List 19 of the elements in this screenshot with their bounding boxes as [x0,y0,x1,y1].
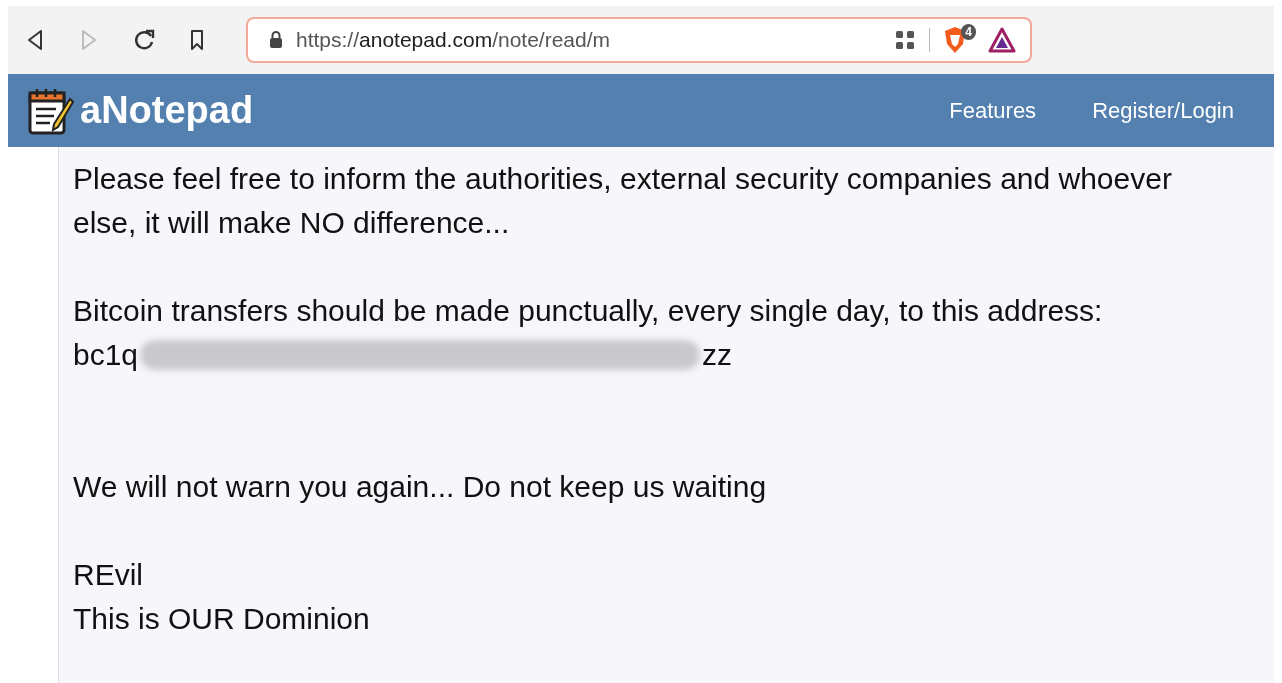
address-bar[interactable]: https://anotepad.com/note/read/m 4 [246,17,1032,63]
shield-button[interactable]: 4 [942,26,976,54]
logo-link[interactable]: aNotepad [26,84,254,137]
note-text: Bitcoin transfers should be made punctually, every single day, to this address: [73,293,1104,329]
grid-icon[interactable] [893,28,917,52]
nav-link[interactable]: Register/Login [1092,97,1234,124]
lock-icon [268,30,284,50]
note-text: We will not warn you again... Do not keep us waiting [73,469,768,505]
reload-icon[interactable] [132,28,156,52]
triangle-icon[interactable] [988,27,1016,53]
bitcoin-address: zz [702,337,733,373]
note-text: REvil [73,557,144,593]
url-text: https://anotepad.com/note/read/m [296,28,611,52]
bitcoin-address: bc1q [73,337,139,373]
shield-count: 4 [961,24,976,40]
bookmark-icon[interactable] [188,28,206,52]
nav-link[interactable]: Features [949,97,1037,124]
note-text: This is OUR Dominion [73,601,371,637]
note-text: Please feel free to inform the authorities, external security companies and whoever else, it will make NO difference... [73,161,1173,241]
